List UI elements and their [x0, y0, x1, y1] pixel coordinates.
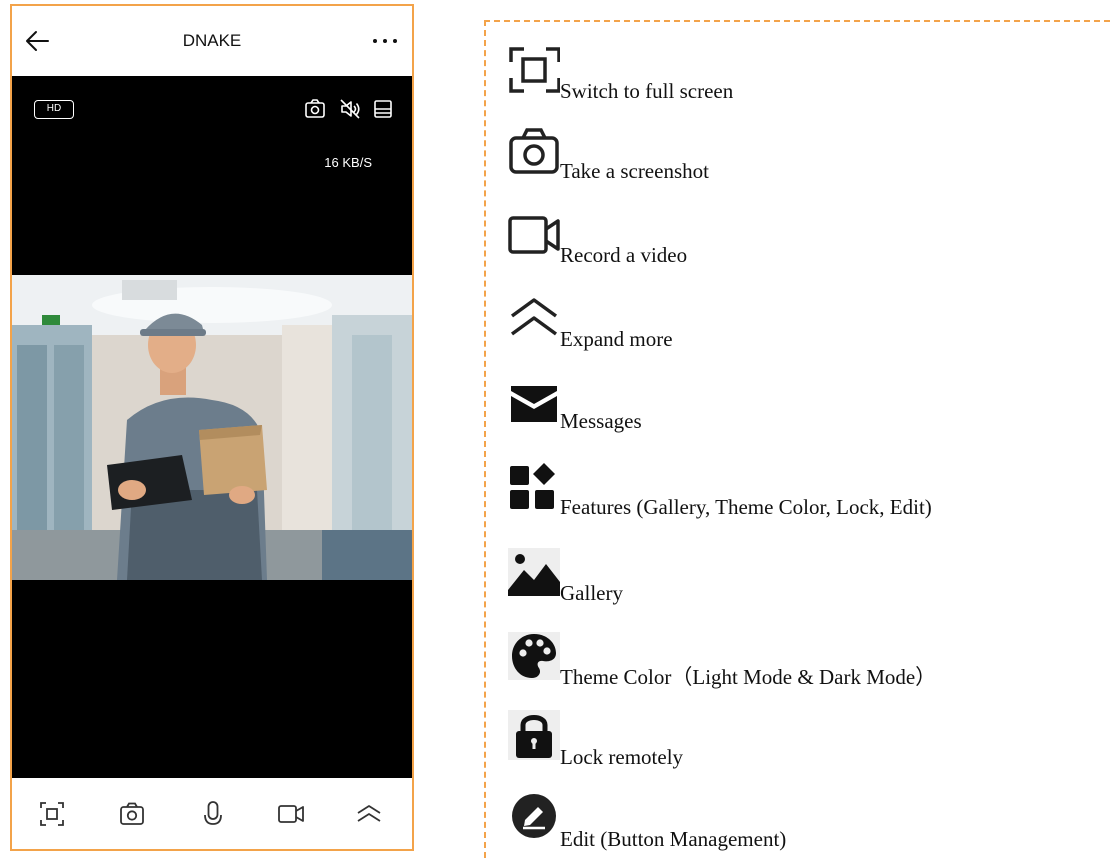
- legend-row-theme: Theme Color（Light Mode & Dark Mode）: [508, 630, 936, 688]
- legend-label: Expand more: [560, 327, 673, 351]
- legend-label: Switch to full screen: [560, 79, 734, 103]
- mute-icon[interactable]: [339, 98, 361, 120]
- lock-icon: [508, 710, 560, 760]
- video-camera-icon: [508, 216, 560, 254]
- video-overlay-bottom: [12, 580, 412, 780]
- legend-label: Take a screenshot: [560, 159, 709, 183]
- palette-icon: [508, 632, 560, 680]
- legend-label: Messages: [560, 409, 642, 433]
- phone-screen: DNAKE HD 16 KB/S: [10, 4, 414, 851]
- live-video-feed: [12, 275, 412, 580]
- legend-label: Features (Gallery, Theme Color, Lock, Ed…: [560, 495, 932, 519]
- legend-row-screenshot: Take a screenshot: [508, 124, 709, 182]
- fullscreen-button[interactable]: [38, 800, 66, 828]
- legend-label: Record a video: [560, 243, 688, 267]
- legend-label: Theme Color（Light Mode & Dark Mode）: [560, 665, 937, 689]
- legend-row-features: Features (Gallery, Theme Color, Lock, Ed…: [508, 460, 932, 518]
- control-toolbar: [12, 778, 412, 849]
- app-title: DNAKE: [182, 31, 242, 50]
- record-video-button[interactable]: [277, 800, 305, 828]
- bitrate-label: 16 KB/S: [324, 155, 372, 170]
- microphone-button[interactable]: [199, 800, 227, 828]
- gallery-icon: [508, 548, 560, 596]
- legend-row-lock: Lock remotely: [508, 710, 683, 768]
- video-scene-image: [12, 275, 412, 580]
- video-overlay-top: HD 16 KB/S: [12, 76, 412, 275]
- app-header: DNAKE: [12, 6, 412, 76]
- legend-row-fullscreen: Switch to full screen: [508, 44, 733, 102]
- expand-more-button[interactable]: [355, 800, 383, 828]
- fullscreen-icon: [509, 47, 560, 93]
- edit-icon: [512, 794, 556, 838]
- chevron-up-double-icon: [510, 298, 558, 336]
- legend-row-gallery: Gallery: [508, 546, 623, 604]
- legend-label: Edit (Button Management): [560, 827, 787, 851]
- snapshot-icon[interactable]: [304, 98, 326, 120]
- more-options-icon[interactable]: [370, 30, 400, 52]
- back-arrow-icon[interactable]: [24, 29, 50, 53]
- legend-row-expand: Expand more: [508, 292, 673, 350]
- legend-row-messages: Messages: [508, 374, 642, 432]
- camera-icon: [509, 128, 559, 174]
- legend-label: Lock remotely: [560, 745, 684, 769]
- screenshot-button[interactable]: [118, 800, 146, 828]
- legend-row-edit: Edit (Button Management): [508, 792, 786, 850]
- icon-legend-panel: Switch to full screen Take a screenshot …: [484, 20, 1110, 858]
- legend-row-record: Record a video: [508, 208, 687, 266]
- layout-split-icon[interactable]: [372, 98, 394, 120]
- hd-quality-button[interactable]: HD: [34, 100, 74, 119]
- features-grid-icon: [510, 463, 555, 509]
- legend-label: Gallery: [560, 581, 623, 605]
- envelope-icon: [511, 386, 557, 422]
